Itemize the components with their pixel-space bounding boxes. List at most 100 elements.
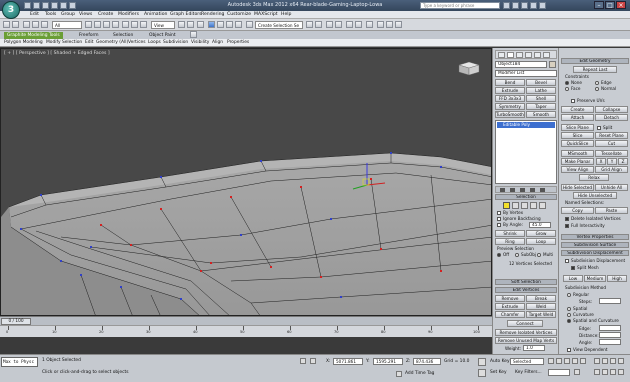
cut-button[interactable]: Cut <box>595 140 628 147</box>
spinner-snap-icon[interactable] <box>235 21 242 28</box>
curve-editor-icon[interactable] <box>346 21 353 28</box>
menu-graph-editors[interactable]: Graph Editors <box>170 11 202 19</box>
taper-button[interactable]: Taper <box>526 103 556 110</box>
redo-icon[interactable] <box>60 2 67 9</box>
zoom-extents-icon[interactable] <box>610 358 616 364</box>
smooth-button[interactable]: Smooth <box>526 111 556 118</box>
schematic-view-icon[interactable] <box>355 21 362 28</box>
constraint-edge-radio[interactable] <box>595 81 599 85</box>
align-icon[interactable] <box>315 21 322 28</box>
undo-icon[interactable] <box>51 2 58 9</box>
slice-button[interactable]: Slice <box>561 132 594 139</box>
viewcube-icon[interactable] <box>456 59 482 77</box>
pivot-center-icon[interactable] <box>178 21 185 28</box>
create-button[interactable]: Create <box>561 106 594 113</box>
panel-modify-selection[interactable]: Modify Selection <box>46 39 82 47</box>
menu-rendering[interactable]: Rendering <box>201 11 224 19</box>
time-slider-thumb[interactable]: 0 / 100 <box>1 318 31 325</box>
rectangular-selection-icon[interactable] <box>103 21 110 28</box>
preserve-uvs-checkbox[interactable] <box>571 99 575 103</box>
x-coordinate-field[interactable]: 5071.861 <box>333 358 363 365</box>
named-selection-dropdown[interactable]: Create Selection Se <box>255 21 303 29</box>
planar-x-button[interactable]: X <box>596 158 606 165</box>
symmetry-button[interactable]: Symmetry <box>495 103 525 110</box>
open-file-icon[interactable] <box>33 2 40 9</box>
copy-button[interactable]: Copy <box>561 207 594 214</box>
add-time-tag[interactable]: Add Time Tag <box>405 371 434 376</box>
preview-subobj-radio[interactable] <box>515 253 519 257</box>
subdivision-displacement-rollout[interactable]: Subdivision Displacement <box>561 250 629 256</box>
edit-geometry-rollout[interactable]: Edit Geometry <box>561 58 629 64</box>
element-level-icon[interactable] <box>539 202 546 209</box>
panel-subdivision[interactable]: Subdivision <box>163 39 188 47</box>
bevel-button[interactable]: Bevel <box>526 79 556 86</box>
menu-customize[interactable]: Customize <box>227 11 251 19</box>
view-align-button[interactable]: View Align <box>561 166 594 173</box>
orbit-icon[interactable] <box>610 369 616 375</box>
preset-high-button[interactable]: High <box>607 275 627 282</box>
edit-vertices-rollout[interactable]: Edit Vertices <box>495 287 557 293</box>
save-file-icon[interactable] <box>42 2 49 9</box>
zoom-icon[interactable] <box>594 358 600 364</box>
layer-manager-icon[interactable] <box>326 21 333 28</box>
regular-radio[interactable] <box>567 293 571 297</box>
connect-button[interactable]: Connect <box>507 320 543 327</box>
subscription-icon[interactable] <box>512 2 519 9</box>
ring-button[interactable]: Ring <box>495 238 525 245</box>
subdivision-displacement-checkbox[interactable] <box>565 259 569 263</box>
hide-selected-button[interactable]: Hide Selected <box>561 184 594 191</box>
pan-icon[interactable] <box>602 369 608 375</box>
spatial-curvature-radio[interactable] <box>567 319 571 323</box>
relax-button[interactable]: Relax <box>579 174 609 181</box>
panel-loops[interactable]: Loops <box>148 39 161 47</box>
hide-unselected-button[interactable]: Hide Unselected <box>573 192 617 199</box>
constraint-none-radio[interactable] <box>565 81 569 85</box>
full-interactivity-checkbox[interactable] <box>565 224 569 228</box>
vertex-properties-rollout[interactable]: Vertex Properties <box>561 234 629 240</box>
render-setup-icon[interactable] <box>377 21 384 28</box>
modifier-list-dropdown[interactable]: Modifier List <box>495 70 557 77</box>
split-checkbox[interactable] <box>597 126 601 130</box>
reference-coordinate-dropdown[interactable]: View <box>151 21 175 29</box>
paste-button[interactable]: Paste <box>595 207 628 214</box>
detach-button[interactable]: Detach <box>595 114 628 121</box>
target-weld-button[interactable]: Target Weld <box>526 311 556 318</box>
perspective-viewport[interactable]: [ + ] [ Perspective ] [ Shaded + Edged F… <box>0 48 492 316</box>
bend-button[interactable]: Bend <box>495 79 525 86</box>
tessellate-button[interactable]: Tessellate <box>595 150 628 157</box>
auto-key-button[interactable]: Auto Key <box>490 359 510 364</box>
grow-button[interactable]: Grow <box>526 230 556 237</box>
scale-icon[interactable] <box>140 21 147 28</box>
make-planar-button[interactable]: Make Planar <box>561 158 594 165</box>
grid-align-button[interactable]: Grid Align <box>595 166 628 173</box>
hierarchy-tab-icon[interactable] <box>516 52 523 58</box>
preview-multi-radio[interactable] <box>537 253 541 257</box>
shrink-button[interactable]: Shrink <box>495 230 525 237</box>
zoom-extents-all-icon[interactable] <box>618 358 624 364</box>
angle-snap-icon[interactable] <box>217 21 224 28</box>
mirror-icon[interactable] <box>306 21 313 28</box>
remove-unused-map-verts-button[interactable]: Remove Unused Map Verts <box>495 337 557 344</box>
panel-vertices[interactable]: Vertices <box>128 39 146 47</box>
menu-modifiers[interactable]: Modifiers <box>118 11 139 19</box>
window-crossing-icon[interactable] <box>112 21 119 28</box>
menu-tools[interactable]: Tools <box>45 11 56 19</box>
undo-button[interactable] <box>3 21 10 28</box>
tab-object-paint[interactable]: Object Paint <box>146 32 179 39</box>
preset-low-button[interactable]: Low <box>563 275 583 282</box>
polygon-level-icon[interactable] <box>530 202 537 209</box>
lock-selection-icon[interactable] <box>300 358 306 364</box>
track-bar[interactable]: 0 10 20 30 40 50 60 70 80 90 100 <box>0 325 492 337</box>
edge-spinner[interactable] <box>599 325 621 331</box>
menu-maxscript[interactable]: MAXScript <box>254 11 278 19</box>
repeat-last-button[interactable]: Repeat Last <box>573 66 617 73</box>
constraint-normal-radio[interactable] <box>595 87 599 91</box>
panel-edit[interactable]: Edit <box>85 39 94 47</box>
mesh-canvas[interactable] <box>1 49 492 316</box>
time-tag-icon[interactable] <box>396 371 402 377</box>
make-unique-icon[interactable] <box>520 188 525 192</box>
create-tab-icon[interactable] <box>498 52 505 58</box>
panel-visibility[interactable]: Visibility <box>191 39 209 47</box>
stack-item-editable-poly[interactable]: Editable Poly <box>497 122 555 128</box>
panel-properties[interactable]: Properties <box>227 39 249 47</box>
